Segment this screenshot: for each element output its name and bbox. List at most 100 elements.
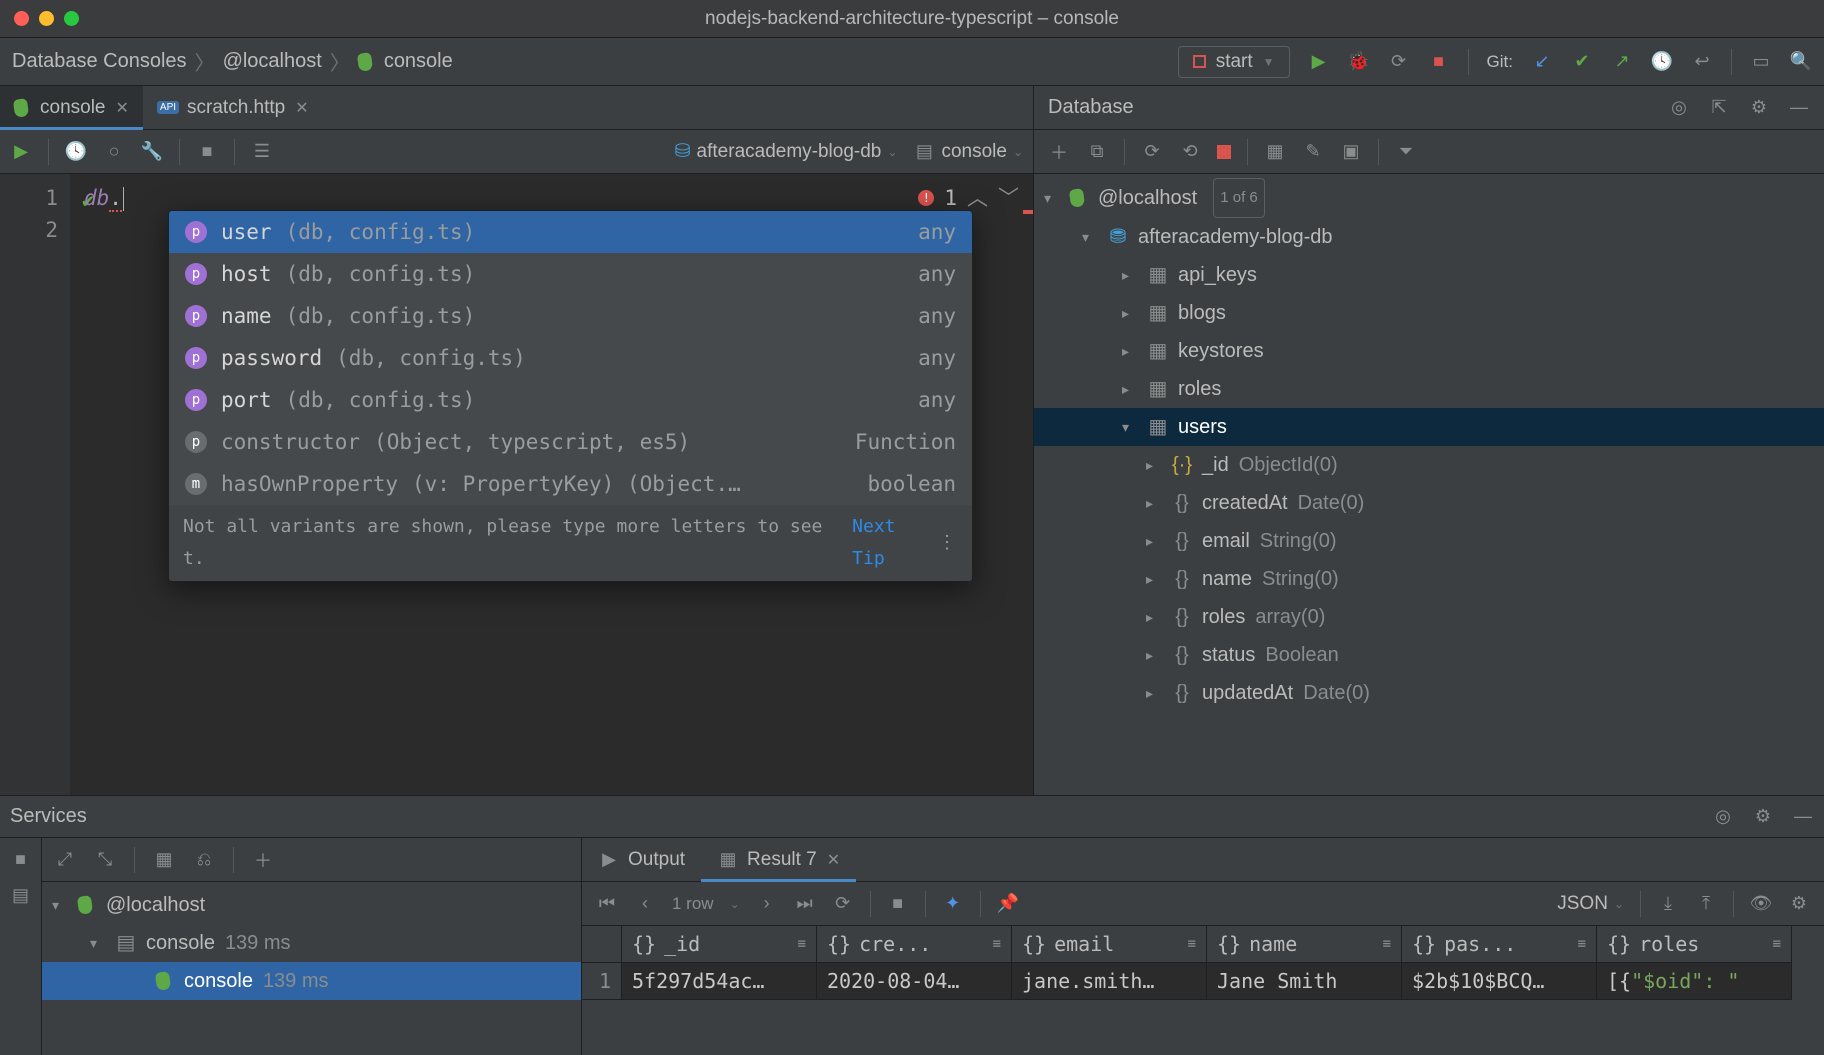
breadcrumb-item[interactable]: @localhost [223, 50, 322, 73]
commit-icon[interactable]: ✔ [1571, 51, 1593, 73]
code-area[interactable]: db. ! 1 ︿ ﹀ p user (db, config.ts) any [70, 174, 1033, 795]
sync-icon[interactable]: ⟲ [1179, 141, 1201, 163]
cell-roles[interactable]: [{"$oid": " [1597, 963, 1792, 1000]
query-console-icon[interactable]: ▣ [1340, 141, 1362, 163]
view-icon[interactable]: 👁 [1750, 893, 1772, 915]
close-window-icon[interactable] [14, 11, 29, 26]
tab-output[interactable]: ▶ Output [582, 838, 701, 881]
tree-node-host[interactable]: ▾ @localhost 1 of 6 [1034, 178, 1824, 218]
minimize-icon[interactable]: — [1788, 97, 1810, 119]
column-header[interactable]: {}cre...≡ [817, 926, 1012, 963]
add-row-icon[interactable]: ✦ [942, 893, 964, 915]
rollback-icon[interactable]: ↩ [1691, 51, 1713, 73]
filter-icon[interactable]: ⎌ [193, 849, 215, 871]
datasource-dropdown[interactable]: ⛁ afteracademy-blog-db ⌄ [675, 140, 898, 163]
stop-icon[interactable]: ■ [887, 893, 909, 915]
run-icon[interactable]: ▶ [1308, 51, 1330, 73]
history-icon[interactable]: 🕓 [1651, 51, 1673, 73]
row-number-header[interactable] [582, 926, 622, 963]
completion-item[interactable]: p constructor (Object, typescript, es5) … [169, 421, 972, 463]
cell-created[interactable]: 2020-08-04… [817, 963, 1012, 1000]
column-header[interactable]: {}name≡ [1207, 926, 1402, 963]
coverage-icon[interactable]: ⟳ [1388, 51, 1410, 73]
collapse-all-icon[interactable]: ⤡ [94, 849, 116, 871]
tree-node-collection[interactable]: ▸ ▦ api_keys [1034, 256, 1824, 294]
first-page-icon[interactable]: ⏮ [596, 893, 618, 915]
tree-node-field[interactable]: ▸ {} createdAt Date(0) [1034, 484, 1824, 522]
services-tree-host[interactable]: ▾ @localhost [42, 886, 581, 924]
sort-icon[interactable]: ≡ [993, 936, 1001, 952]
import-icon[interactable]: ⤒ [1695, 893, 1717, 915]
tree-node-collection-users[interactable]: ▾ ▦ users [1034, 408, 1824, 446]
tree-node-field[interactable]: ▸ {} status Boolean [1034, 636, 1824, 674]
target-icon[interactable]: ◎ [1712, 806, 1734, 828]
close-tab-icon[interactable]: ✕ [116, 98, 129, 118]
layout-icon[interactable]: ▤ [10, 884, 32, 906]
run-configuration-dropdown[interactable]: start ▼ [1178, 46, 1290, 78]
stop-icon[interactable]: ■ [196, 141, 218, 163]
tree-node-field[interactable]: ▸ {} roles array(0) [1034, 598, 1824, 636]
pin-icon[interactable]: 📌 [997, 893, 1019, 915]
column-header[interactable]: {}_id≡ [622, 926, 817, 963]
push-icon[interactable]: ↗ [1611, 51, 1633, 73]
update-project-icon[interactable]: ↙ [1531, 51, 1553, 73]
services-tree-console[interactable]: ▾ ▤ console 139 ms [42, 924, 581, 962]
completion-item[interactable]: p password (db, config.ts) any [169, 337, 972, 379]
row-count-label[interactable]: 1 row [672, 894, 714, 914]
add-icon[interactable]: ＋ [1048, 141, 1070, 163]
refresh-icon[interactable]: ⟳ [1141, 141, 1163, 163]
completion-item[interactable]: p host (db, config.ts) any [169, 253, 972, 295]
gear-icon[interactable]: ⚙ [1748, 97, 1770, 119]
column-header[interactable]: {}email≡ [1012, 926, 1207, 963]
reload-icon[interactable]: ⟳ [832, 893, 854, 915]
expand-all-icon[interactable]: ⤢ [54, 849, 76, 871]
view-mode-dropdown[interactable]: JSON ⌄ [1557, 893, 1624, 915]
prev-page-icon[interactable]: ‹ [634, 893, 656, 915]
sort-icon[interactable]: ≡ [1188, 936, 1196, 952]
sort-icon[interactable]: ≡ [1773, 936, 1781, 952]
minimize-window-icon[interactable] [39, 11, 54, 26]
tree-node-collection[interactable]: ▸ ▦ blogs [1034, 294, 1824, 332]
chevron-down-icon[interactable]: ⌄ [730, 897, 740, 911]
sort-icon[interactable]: ≡ [1383, 936, 1391, 952]
cell-id[interactable]: 5f297d54ac… [622, 963, 817, 1000]
history-icon[interactable]: 🕓 [65, 141, 87, 163]
breadcrumb-item[interactable]: console [384, 50, 453, 73]
table-icon[interactable]: ▦ [1264, 141, 1286, 163]
copy-icon[interactable]: ⧉ [1086, 141, 1108, 163]
editor-tab-scratch[interactable]: API scratch.http ✕ [143, 86, 323, 129]
zoom-window-icon[interactable] [64, 11, 79, 26]
execute-icon[interactable]: ▶ [10, 141, 32, 163]
column-header[interactable]: {}roles≡ [1597, 926, 1792, 963]
gear-icon[interactable]: ⚙ [1752, 806, 1774, 828]
code-editor[interactable]: 1 ✔ 2 db. ! 1 ︿ ﹀ p user (db [0, 174, 1033, 795]
editor-tab-console[interactable]: console ✕ [0, 86, 143, 129]
cell-email[interactable]: jane.smith… [1012, 963, 1207, 1000]
search-everywhere-icon[interactable]: 🔍 [1790, 51, 1812, 73]
tree-node-collection[interactable]: ▸ ▦ keystores [1034, 332, 1824, 370]
sort-icon[interactable]: ≡ [1578, 936, 1586, 952]
tree-node-collection[interactable]: ▸ ▦ roles [1034, 370, 1824, 408]
completion-item[interactable]: p name (db, config.ts) any [169, 295, 972, 337]
cell-name[interactable]: Jane Smith [1207, 963, 1402, 1000]
cell-password[interactable]: $2b$10$BCQ… [1402, 963, 1597, 1000]
completion-item[interactable]: p port (db, config.ts) any [169, 379, 972, 421]
debug-icon[interactable]: 🐞 [1348, 51, 1370, 73]
chevron-down-icon[interactable]: ﹀ [998, 182, 1019, 214]
edit-icon[interactable]: ✎ [1302, 141, 1324, 163]
tree-node-field[interactable]: ▸ {} updatedAt Date(0) [1034, 674, 1824, 712]
completion-item[interactable]: m hasOwnProperty (v: PropertyKey) (Objec… [169, 463, 972, 505]
target-icon[interactable]: ◎ [1668, 97, 1690, 119]
tree-node-field[interactable]: ▸ {} name String(0) [1034, 560, 1824, 598]
next-tip-link[interactable]: Next Tip [852, 511, 938, 575]
session-dropdown[interactable]: ▤ console ⌄ [913, 141, 1023, 163]
stop-icon[interactable]: ■ [1428, 51, 1450, 73]
minimize-icon[interactable]: — [1792, 806, 1814, 828]
rollback-icon[interactable]: ○ [103, 141, 125, 163]
settings-wrench-icon[interactable]: 🔧 [141, 141, 163, 163]
export-icon[interactable]: ⤓ [1657, 893, 1679, 915]
layout-icon[interactable]: ☰ [251, 141, 273, 163]
grid-data-row[interactable]: 1 5f297d54ac… 2020-08-04… jane.smith… Ja… [582, 963, 1824, 1000]
group-icon[interactable]: ▦ [153, 849, 175, 871]
tree-node-field[interactable]: ▸ {·} _id ObjectId(0) [1034, 446, 1824, 484]
